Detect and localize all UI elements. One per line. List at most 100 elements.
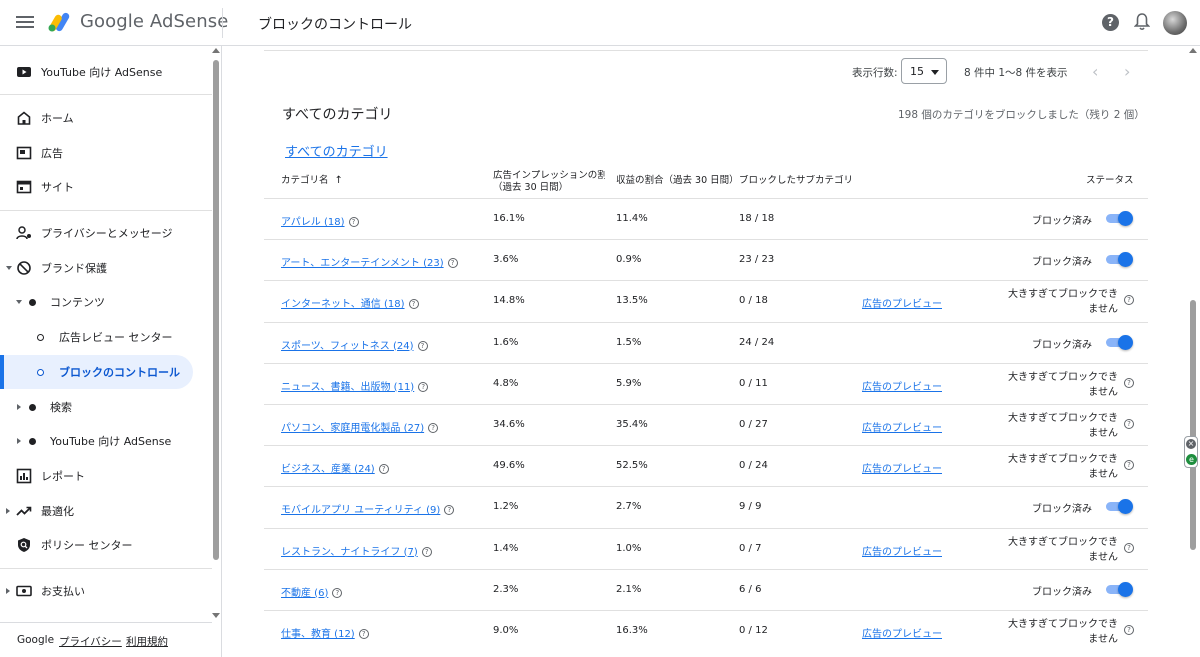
category-name-link[interactable]: ニュース、書籍、出版物 (11)? [281, 378, 429, 393]
help-icon[interactable]: ? [418, 381, 429, 392]
sidebar-item-policy-center[interactable]: ポリシー センター [0, 528, 206, 562]
avatar[interactable] [1163, 11, 1187, 35]
sidebar-item-youtube-header[interactable]: YouTube 向け AdSense [0, 55, 206, 89]
extension-icon[interactable]: e [1186, 454, 1197, 465]
help-icon[interactable]: ? [348, 217, 359, 227]
ad-preview-link[interactable]: 広告のプレビュー [862, 419, 942, 434]
category-name-link[interactable]: ビジネス、産業 (24)? [281, 460, 389, 475]
category-name-link[interactable]: パソコン、家庭用電化製品 (27)? [281, 419, 439, 434]
help-icon[interactable]: ? [1124, 460, 1134, 471]
help-icon[interactable]: ? [447, 258, 458, 269]
chevron-down-icon[interactable] [16, 300, 22, 304]
header-impressions[interactable]: 広告インプレッションの割合 （過去 30 日間） [493, 170, 605, 194]
toggle-knob [1118, 211, 1133, 226]
bell-icon[interactable] [1134, 13, 1150, 31]
help-icon[interactable]: ? [358, 629, 369, 639]
table-row: パソコン、家庭用電化製品 (27)? 34.6% 35.4% 0 / 27 広告… [264, 404, 1148, 445]
chevron-right-icon[interactable] [6, 588, 10, 594]
menu-icon[interactable] [15, 13, 35, 33]
adsense-logo-icon[interactable] [48, 11, 72, 33]
block-toggle[interactable] [1106, 581, 1133, 597]
sort-ascending-icon[interactable]: ↑ [335, 175, 343, 186]
sidebar-item-optimize[interactable]: 最適化 [0, 494, 206, 528]
help-icon[interactable]: ? [332, 587, 343, 598]
chevron-left-icon[interactable]: ‹ [1092, 62, 1098, 81]
help-icon[interactable]: ? [1124, 377, 1134, 388]
category-name-link[interactable]: レストラン、ナイトライフ (7)? [281, 543, 432, 558]
category-name-link[interactable]: インターネット、通信 (18)? [281, 295, 419, 310]
sidebar-item-sites[interactable]: サイト [0, 170, 206, 204]
chevron-right-icon[interactable] [6, 508, 10, 514]
help-icon[interactable]: ? [1124, 625, 1134, 635]
category-name-link[interactable]: アート、エンターテインメント (23)? [281, 254, 458, 269]
block-toggle[interactable] [1106, 211, 1133, 226]
help-icon[interactable]: ? [421, 546, 432, 557]
header-blocked-subcategories[interactable]: ブロックしたサブカテゴリ数 [739, 175, 851, 187]
main-scrollbar[interactable] [1190, 300, 1196, 550]
sidebar-item-label: コンテンツ [50, 296, 105, 309]
status-text: ブロック済み [1032, 257, 1092, 269]
help-icon[interactable]: ? [444, 505, 455, 516]
help-icon[interactable]: ? [1102, 14, 1119, 31]
help-icon[interactable]: ? [428, 423, 439, 433]
sidebar-item-label: YouTube 向け AdSense [41, 66, 163, 79]
header-status[interactable]: ステータス [1086, 175, 1134, 187]
revenue-share: 35.4% [616, 419, 648, 430]
sidebar-item-brand-safety[interactable]: ブランド保護 [0, 251, 206, 285]
chevron-right-icon[interactable] [17, 404, 21, 410]
help-icon[interactable]: ? [378, 464, 389, 475]
sites-icon [16, 180, 32, 194]
block-toggle[interactable] [1106, 252, 1133, 268]
sidebar-item-blocking-controls[interactable]: ブロックのコントロール [0, 355, 193, 389]
category-name-link[interactable]: 不動産 (6)? [281, 584, 343, 599]
sidebar-item-label: ブロックのコントロール [59, 366, 180, 379]
help-icon[interactable]: ? [1124, 542, 1134, 553]
sidebar-item-ad-review-center[interactable]: 広告レビュー センター [0, 320, 206, 354]
extension-widget[interactable]: × e [1184, 436, 1198, 468]
category-name-link[interactable]: スポーツ、フィットネス (24)? [281, 337, 428, 352]
table-row: アパレル (18)? 16.1% 11.4% 18 / 18 ブロック済み [264, 198, 1148, 239]
header-revenue[interactable]: 収益の割合（過去 30 日間） [616, 175, 739, 187]
footer-privacy-link[interactable]: プライバシー [59, 634, 122, 649]
block-toggle[interactable] [1106, 499, 1133, 515]
sidebar-item-ads[interactable]: 広告 [0, 136, 206, 170]
block-toggle[interactable] [1106, 334, 1133, 350]
ad-preview-link[interactable]: 広告のプレビュー [862, 543, 942, 558]
chevron-down-icon[interactable] [6, 266, 12, 270]
all-categories-link[interactable]: すべてのカテゴリ [285, 141, 388, 160]
ad-preview-link[interactable]: 広告のプレビュー [862, 460, 942, 475]
category-name-link[interactable]: モバイルアプリ ユーティリティ (9)? [281, 501, 455, 516]
category-name-link[interactable]: 仕事、教育 (12)? [281, 625, 369, 640]
help-icon[interactable]: ? [1124, 295, 1134, 306]
ad-preview-link[interactable]: 広告のプレビュー [862, 625, 942, 640]
rows-per-page-select[interactable]: 15 [901, 58, 947, 84]
ad-preview-link[interactable]: 広告のプレビュー [862, 378, 942, 393]
sidebar-item-youtube[interactable]: YouTube 向け AdSense [0, 424, 206, 458]
status-line: ません [1088, 469, 1118, 481]
sidebar-item-search[interactable]: 検索 [0, 390, 206, 424]
help-icon[interactable]: ? [1124, 419, 1134, 429]
chevron-right-icon[interactable] [17, 438, 21, 444]
circle-icon [37, 369, 44, 376]
main-scroll-up-icon[interactable] [1189, 48, 1197, 53]
sidebar-scrollbar[interactable] [213, 60, 219, 560]
sidebar-item-home[interactable]: ホーム [0, 101, 206, 135]
sidebar-item-content[interactable]: コンテンツ [0, 285, 206, 319]
ad-preview-link[interactable]: 広告のプレビュー [862, 295, 942, 310]
help-icon[interactable]: ? [408, 299, 419, 310]
footer-terms-link[interactable]: 利用規約 [126, 634, 168, 649]
chevron-right-icon[interactable]: › [1124, 62, 1130, 81]
sidebar-item-label: ブランド保護 [41, 262, 107, 275]
sidebar-scroll-up-icon[interactable] [212, 48, 220, 53]
help-icon[interactable]: ? [417, 340, 428, 351]
header-category-name[interactable]: カテゴリ名 ↑ [281, 175, 343, 187]
sidebar-scroll-down-icon[interactable] [212, 613, 220, 618]
sidebar-item-reports[interactable]: レポート [0, 459, 206, 493]
bullet-icon [29, 404, 36, 411]
sidebar-item-payments[interactable]: お支払い [0, 574, 206, 608]
category-name-link[interactable]: アパレル (18)? [281, 213, 359, 228]
brand-name[interactable]: Google AdSense [80, 11, 228, 32]
sidebar-item-privacy[interactable]: プライバシーとメッセージ [0, 216, 206, 250]
close-icon[interactable]: × [1186, 439, 1196, 449]
impression-share: 14.8% [493, 295, 525, 307]
